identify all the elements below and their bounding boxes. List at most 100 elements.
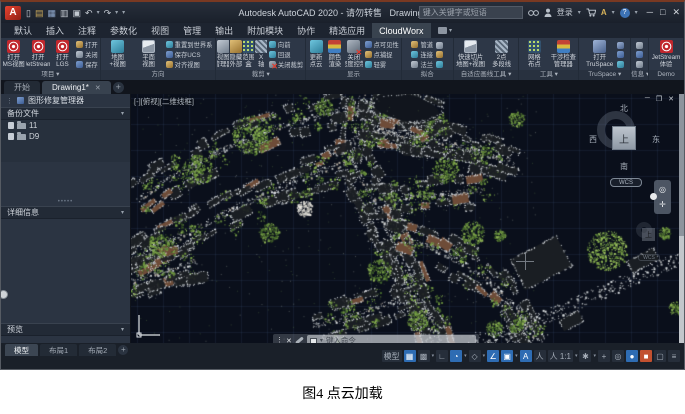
file-tab-close-icon[interactable]: ✕ — [95, 84, 101, 92]
ribbon-icon-button[interactable] — [436, 42, 443, 49]
ribbon-tab-插入[interactable]: 插入 — [39, 23, 71, 38]
help-button[interactable]: ? — [620, 8, 630, 18]
status-isodraft-icon[interactable]: ◇ — [469, 350, 481, 362]
ribbon-button-JetStream体验[interactable]: JetStream体验 — [651, 39, 681, 70]
ribbon-button-地图+视图[interactable]: 地图+视图 — [103, 39, 133, 70]
panel-label-项目[interactable]: 项目 ▾ — [1, 70, 100, 80]
autocad-logo-icon[interactable]: A — [5, 6, 21, 20]
status-annotation-scale-icon[interactable]: 人 1:1 — [548, 350, 573, 362]
redo-icon[interactable]: ↷ — [104, 8, 112, 18]
mini-viewcube[interactable]: 上 — [634, 220, 664, 250]
tab-layout2[interactable]: 布局2 — [79, 344, 116, 356]
steering-wheel-icon[interactable]: ◎ — [659, 185, 666, 194]
share-caret-icon[interactable]: ▾ — [612, 9, 615, 16]
redo-caret-icon[interactable]: ▾ — [115, 8, 118, 18]
ribbon-button-关闭裁剪[interactable]: 关闭裁剪 — [269, 60, 303, 69]
preview-header[interactable]: 预览▾ — [1, 323, 130, 336]
backup-item-D9[interactable]: D9 — [1, 131, 130, 142]
ribbon-button-颜色渲染[interactable]: 颜色渲染 — [326, 39, 344, 70]
open-folder-icon[interactable]: ▤ — [35, 8, 44, 18]
new-layout-button[interactable]: + — [118, 345, 128, 355]
file-tab-start[interactable]: 开始 — [4, 81, 40, 94]
ribbon-icon-button[interactable] — [617, 61, 624, 68]
ribbon-icon-button[interactable] — [436, 61, 443, 68]
details-header[interactable]: 详细信息▾ — [1, 206, 130, 219]
tab-layout1[interactable]: 布局1 — [40, 344, 77, 356]
qat-menu-caret-icon[interactable]: ▾ — [122, 8, 125, 18]
ribbon-tab-默认[interactable]: 默认 — [7, 23, 39, 38]
ribbon-button-保存[interactable]: 保存 — [76, 60, 98, 69]
status-isolate-icon[interactable]: ◎ — [612, 350, 624, 362]
ribbon-icon-button[interactable] — [617, 51, 624, 58]
ribbon-button-打开[interactable]: 打开 — [76, 40, 98, 49]
minimize-button[interactable]: ─ — [647, 7, 653, 18]
search-input[interactable] — [419, 6, 523, 19]
status-workspace-caret-icon[interactable]: ▾ — [593, 353, 596, 359]
ribbon-tab-附加模块[interactable]: 附加模块 — [240, 23, 290, 38]
ribbon-tab-视图[interactable]: 视图 — [144, 23, 176, 38]
status-polar-tracking-icon[interactable]: ◔ — [450, 350, 462, 362]
ribbon-button-隐藏外部[interactable]: 隐藏外部 — [230, 39, 242, 70]
viewcube[interactable]: 上 北 南 东 西 — [592, 106, 656, 170]
ribbon-icon-button[interactable] — [436, 51, 443, 58]
status-ortho-icon[interactable]: ∟ — [436, 350, 448, 362]
status-annotation-visibility-icon[interactable]: A — [520, 350, 532, 362]
ribbon-icon-button[interactable] — [636, 51, 643, 58]
status-annotation-scale-caret-icon[interactable]: ▾ — [575, 353, 578, 359]
status-workspace-icon[interactable]: ✱ — [579, 350, 591, 362]
navbar-handle[interactable] — [650, 193, 657, 200]
ribbon-button-点可见性[interactable]: 点可见性 — [365, 40, 399, 49]
panel-label-裁剪[interactable]: 裁剪 ▾ — [216, 70, 305, 80]
ribbon-button-干涉检查管理器[interactable]: 干涉检查管理器 — [549, 39, 577, 70]
status-autoscale-icon[interactable]: 人 — [534, 350, 546, 362]
ribbon-button-打开MS视图[interactable]: 打开MS视图 — [2, 39, 25, 70]
panel-label-自适应画线工具[interactable]: 自适应画线工具 ▾ — [454, 70, 519, 80]
ribbon-icon-button[interactable] — [617, 42, 624, 49]
sign-in-button[interactable]: 登录 — [557, 7, 573, 18]
panel-label-工具[interactable]: 工具 ▾ — [519, 70, 578, 80]
viewcube-south-label[interactable]: 南 — [620, 161, 628, 172]
ribbon-tab-管理[interactable]: 管理 — [176, 23, 208, 38]
tab-model[interactable]: 模型 — [5, 344, 38, 356]
ribbon-tab-参数化[interactable]: 参数化 — [103, 23, 144, 38]
status-osnap-icon[interactable]: ▣ — [501, 350, 513, 362]
navigation-bar[interactable]: ◎ ✛ — [654, 180, 671, 214]
ribbon-button-打开JetStream[interactable]: 打开JetStream — [26, 39, 49, 70]
ribbon-tab-协作[interactable]: 协作 — [290, 23, 322, 38]
new-drawing-button[interactable]: + — [113, 82, 124, 93]
ribbon-button-重置到世界系[interactable]: 重置到世界系 — [166, 40, 213, 49]
status-model-switch-button[interactable]: 模型 — [382, 350, 402, 362]
ribbon-button-点捕捉[interactable]: 点捕捉 — [365, 50, 399, 59]
ribbon-icon-button[interactable] — [636, 42, 643, 49]
status-clean-screen-icon[interactable]: ▢ — [654, 350, 666, 362]
ribbon-button-快速切片地图+视图[interactable]: 快速切片地图+视图 — [456, 39, 486, 70]
ribbon-button-轻雾[interactable]: 轻雾 — [365, 60, 399, 69]
ribbon-tab-注释[interactable]: 注释 — [71, 23, 103, 38]
status-snap-mode-icon[interactable]: ▩ — [418, 350, 430, 362]
model-viewport[interactable]: [-][俯视][二维线框] ─ ❐ ✕ 上 北 南 东 西 WCS ◎ ✛ — [131, 94, 684, 346]
ribbon-button-平面视图[interactable]: 平面视图 — [134, 39, 164, 70]
ribbon-tab-CloudWorx[interactable]: CloudWorx — [372, 23, 430, 38]
viewport-close-icon[interactable]: ✕ — [668, 95, 674, 103]
scrollbar-thumb[interactable] — [679, 94, 684, 236]
media-tab-icon[interactable]: ▾ — [431, 23, 460, 38]
ribbon-button-对齐视图[interactable]: 对齐视图 — [166, 60, 213, 69]
close-button[interactable]: ✕ — [672, 7, 680, 18]
ribbon-tab-输出[interactable]: 输出 — [208, 23, 240, 38]
ribbon-button-2点多段线[interactable]: 2点多段线 — [487, 39, 517, 70]
viewport-restore-icon[interactable]: ❐ — [656, 95, 662, 103]
viewcube-top-face[interactable]: 上 — [612, 126, 636, 150]
pan-icon[interactable]: ✛ — [659, 200, 666, 209]
ribbon-icon-button[interactable] — [636, 61, 643, 68]
signin-caret-icon[interactable]: ▾ — [578, 9, 581, 16]
ribbon-button-关闭密度控制[interactable]: 关闭密度控制 — [345, 39, 363, 70]
panel-label-信息[interactable]: 信息 ▾ — [631, 70, 648, 80]
ribbon-button-回退[interactable]: 回退 — [269, 50, 303, 59]
status-isodraft-caret-icon[interactable]: ▾ — [483, 353, 486, 359]
ribbon-button-向前[interactable]: 向前 — [269, 40, 303, 49]
ribbon-button-X轴[interactable]: X轴 — [255, 39, 267, 70]
ribbon-button-范围盒[interactable]: 范围盒 — [243, 39, 255, 70]
status-snap-mode-caret-icon[interactable]: ▾ — [432, 353, 435, 359]
help-caret-icon[interactable]: ▾ — [635, 9, 638, 16]
ribbon-button-关闭[interactable]: 关闭 — [76, 50, 98, 59]
